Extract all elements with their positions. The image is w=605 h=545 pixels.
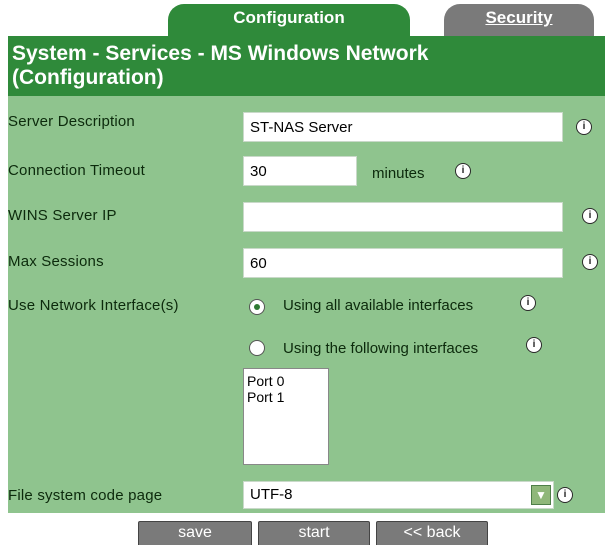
info-icon[interactable]: i [576, 119, 592, 135]
info-icon[interactable]: i [582, 208, 598, 224]
code-page-label: File system code page [8, 487, 163, 504]
max-sessions-input[interactable]: 60 [243, 248, 563, 278]
save-button[interactable]: save [138, 521, 252, 545]
info-icon[interactable]: i [582, 254, 598, 270]
radio-all-interfaces-label: Using all available interfaces [283, 297, 474, 314]
radio-all-interfaces[interactable] [249, 299, 265, 315]
page-header: System - Services - MS Windows Network (… [8, 36, 605, 96]
wins-server-ip-label: WINS Server IP [8, 207, 117, 224]
server-description-label: Server Description [8, 113, 135, 130]
minutes-unit-label: minutes [372, 165, 425, 182]
code-page-select[interactable]: UTF-8 ▼ [243, 481, 554, 509]
back-button[interactable]: << back [376, 521, 488, 545]
tab-security[interactable]: Security [444, 4, 594, 38]
connection-timeout-input[interactable]: 30 [243, 156, 357, 186]
code-page-value: UTF-8 [250, 486, 293, 503]
start-button[interactable]: start [258, 521, 370, 545]
connection-timeout-label: Connection Timeout [8, 162, 146, 179]
chevron-down-icon[interactable]: ▼ [531, 485, 551, 505]
radio-selected-dot [254, 304, 260, 310]
interfaces-listbox[interactable]: Port 0 Port 1 [243, 368, 329, 465]
info-icon[interactable]: i [526, 337, 542, 353]
max-sessions-label: Max Sessions [8, 253, 104, 270]
server-description-input[interactable]: ST-NAS Server [243, 112, 563, 142]
info-icon[interactable]: i [455, 163, 471, 179]
info-icon[interactable]: i [520, 295, 536, 311]
radio-following-interfaces[interactable] [249, 340, 265, 356]
page-title: System - Services - MS Windows Network (… [12, 42, 429, 89]
list-item[interactable]: Port 0 [247, 373, 325, 389]
wins-server-ip-input[interactable] [243, 202, 563, 232]
list-item[interactable]: Port 1 [247, 389, 325, 405]
network-interfaces-label: Use Network Interface(s) [8, 297, 179, 314]
tab-configuration[interactable]: Configuration [168, 4, 410, 38]
radio-following-interfaces-label: Using the following interfaces [283, 340, 479, 357]
info-icon[interactable]: i [557, 487, 573, 503]
